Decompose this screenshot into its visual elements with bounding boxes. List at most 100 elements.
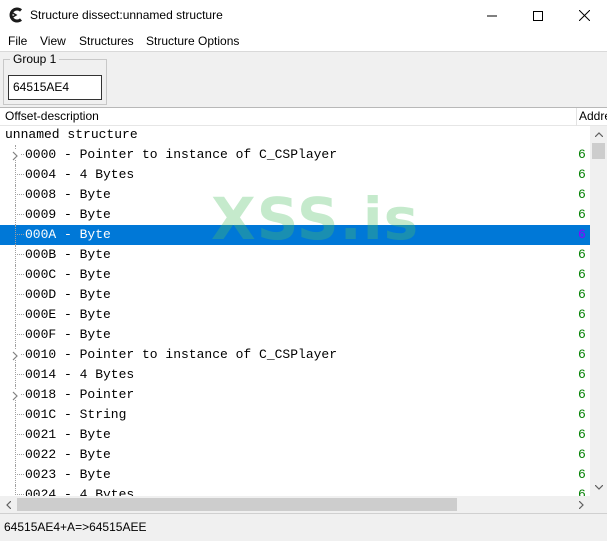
vertical-scroll-thumb[interactable] bbox=[592, 143, 605, 159]
scroll-up-button[interactable] bbox=[590, 126, 607, 143]
tree-row-description: Byte bbox=[79, 207, 111, 222]
menu-structures[interactable]: Structures bbox=[79, 34, 134, 48]
status-text: 64515AE4+A=>64515AEE bbox=[4, 520, 147, 534]
tree-row-address: 6 bbox=[578, 347, 586, 362]
group-panel: Group 1 64515AE4 bbox=[0, 51, 607, 108]
tree-row[interactable]: 0021 Byte - 6 bbox=[0, 425, 590, 445]
column-offset-description[interactable]: Offset-description bbox=[0, 108, 577, 126]
expand-chevron-icon[interactable] bbox=[10, 350, 20, 361]
tree-row[interactable]: 001C String - 6 bbox=[0, 405, 590, 425]
chevron-left-icon bbox=[6, 500, 11, 509]
structure-tree[interactable]: unnamed structure 0000 Pointer to instanc… bbox=[0, 126, 590, 496]
menu-bar: File View Structures Structure Options bbox=[0, 31, 607, 51]
tree-row[interactable]: 0023 Byte - 6 bbox=[0, 465, 590, 485]
close-icon bbox=[578, 10, 590, 21]
tree-connector bbox=[15, 494, 24, 495]
tree-row-label: 0023 bbox=[25, 467, 57, 482]
tree-row[interactable]: 000B Byte - 6 bbox=[0, 245, 590, 265]
scroll-down-button[interactable] bbox=[590, 479, 607, 496]
expand-chevron-icon[interactable] bbox=[10, 150, 20, 161]
tree-row[interactable]: 0004 4 Bytes - 6 bbox=[0, 165, 590, 185]
close-button[interactable] bbox=[561, 0, 607, 31]
tree-row-separator: - bbox=[64, 427, 72, 442]
cheat-engine-icon bbox=[8, 7, 24, 23]
tree-row[interactable]: 0010 Pointer to instance of C_CSPlayer - 6 bbox=[0, 345, 590, 365]
tree-row-label: 0014 bbox=[25, 367, 57, 382]
tree-connector bbox=[15, 214, 24, 215]
tree-row[interactable]: 0000 Pointer to instance of C_CSPlayer - 6 bbox=[0, 145, 590, 165]
tree-row-label: 000F bbox=[25, 327, 57, 342]
tree-connector bbox=[15, 425, 16, 445]
chevron-up-icon bbox=[594, 132, 603, 137]
tree-connector bbox=[15, 405, 16, 425]
tree-row-separator: - bbox=[64, 407, 72, 422]
group-box: Group 1 64515AE4 bbox=[3, 52, 107, 105]
horizontal-scrollbar[interactable] bbox=[0, 496, 590, 513]
tree-connector bbox=[15, 174, 24, 175]
tree-row-label: 000E bbox=[25, 307, 57, 322]
tree-connector bbox=[15, 234, 24, 235]
tree-row-label: 000A bbox=[25, 227, 57, 242]
tree-row-separator: - bbox=[64, 207, 72, 222]
tree-connector bbox=[15, 474, 24, 475]
tree-row-description: Byte bbox=[79, 247, 111, 262]
tree-row[interactable]: 0022 Byte - 6 bbox=[0, 445, 590, 465]
tree-root[interactable]: unnamed structure bbox=[5, 127, 138, 145]
tree-row-separator: - bbox=[64, 347, 72, 362]
tree-connector bbox=[15, 365, 16, 385]
tree-row-separator: - bbox=[64, 387, 72, 402]
tree-row-address: 6 bbox=[578, 227, 586, 242]
column-address[interactable]: Address bbox=[579, 108, 607, 126]
tree-row-label: 0021 bbox=[25, 427, 57, 442]
tree-row-description: 4 Bytes bbox=[79, 367, 135, 382]
tree-connector bbox=[15, 285, 16, 305]
tree-row[interactable]: 000E Byte - 6 bbox=[0, 305, 590, 325]
expand-chevron-icon[interactable] bbox=[10, 390, 20, 401]
title-bar: Structure dissect:unnamed structure bbox=[0, 0, 607, 31]
tree-row[interactable]: 0009 Byte - 6 bbox=[0, 205, 590, 225]
menu-structure-options[interactable]: Structure Options bbox=[146, 34, 239, 48]
tree-connector bbox=[15, 334, 24, 335]
tree-row[interactable]: 000F Byte - 6 bbox=[0, 325, 590, 345]
tree-row-description: 4 Bytes bbox=[79, 167, 135, 182]
menu-view[interactable]: View bbox=[40, 34, 66, 48]
menu-file[interactable]: File bbox=[8, 34, 27, 48]
scroll-right-button[interactable] bbox=[573, 496, 590, 513]
tree-row[interactable]: 000C Byte - 6 bbox=[0, 265, 590, 285]
tree-row-label: 001C bbox=[25, 407, 57, 422]
tree-row-separator: - bbox=[64, 327, 72, 342]
tree-row-label: 0008 bbox=[25, 187, 57, 202]
tree-row[interactable]: 0018 Pointer - 6 bbox=[0, 385, 590, 405]
maximize-button[interactable] bbox=[515, 0, 561, 31]
tree-row-label: 0000 bbox=[25, 147, 57, 162]
tree-row-address: 6 bbox=[578, 187, 586, 202]
tree-row-description: Pointer to instance of C_CSPlayer bbox=[79, 347, 338, 362]
tree-row-address: 6 bbox=[578, 367, 586, 382]
tree-row[interactable]: 0024 4 Bytes - 6 bbox=[0, 485, 590, 496]
chevron-down-icon bbox=[594, 485, 603, 490]
tree-row[interactable]: 0008 Byte - 6 bbox=[0, 185, 590, 205]
tree-connector bbox=[15, 265, 16, 285]
tree-row-address: 6 bbox=[578, 487, 586, 496]
tree-connector bbox=[15, 434, 24, 435]
address-input[interactable]: 64515AE4 bbox=[8, 75, 102, 100]
tree-row-label: 000C bbox=[25, 267, 57, 282]
tree-row-description: String bbox=[79, 407, 127, 422]
tree-row-description: Byte bbox=[79, 287, 111, 302]
tree-row-address: 6 bbox=[578, 147, 586, 162]
scroll-left-button[interactable] bbox=[0, 496, 17, 513]
tree-row-label: 000D bbox=[25, 287, 57, 302]
tree-row-description: Byte bbox=[79, 187, 111, 202]
tree-row[interactable]: 000A Byte - 6 bbox=[0, 225, 590, 245]
horizontal-scroll-thumb[interactable] bbox=[17, 498, 457, 511]
tree-connector bbox=[15, 305, 16, 325]
minimize-button[interactable] bbox=[469, 0, 515, 31]
tree-connector bbox=[15, 185, 16, 205]
tree-row[interactable]: 0014 4 Bytes - 6 bbox=[0, 365, 590, 385]
vertical-scrollbar[interactable] bbox=[590, 126, 607, 496]
tree-connector bbox=[15, 454, 24, 455]
tree-connector bbox=[15, 465, 16, 485]
tree-row-address: 6 bbox=[578, 327, 586, 342]
scrollbar-corner bbox=[590, 496, 607, 513]
tree-row[interactable]: 000D Byte - 6 bbox=[0, 285, 590, 305]
